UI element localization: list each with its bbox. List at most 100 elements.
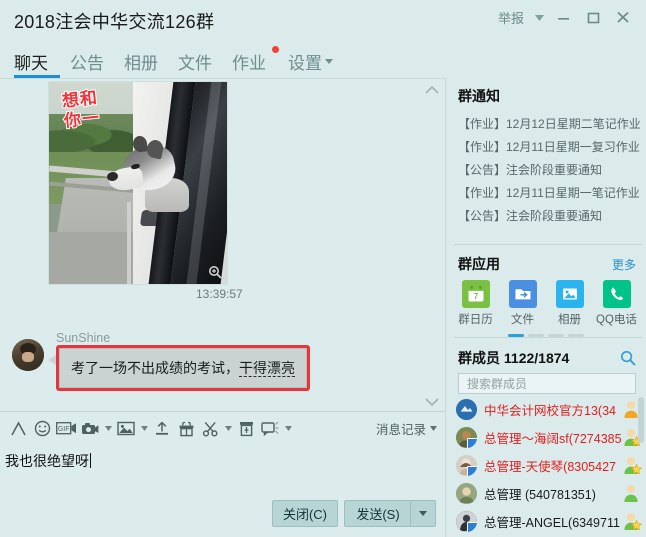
tab-chat[interactable]: 聊天 (14, 44, 60, 78)
sticker-char-1: 想和你一 (60, 87, 102, 132)
dog-photo[interactable]: 想和你一 (48, 81, 228, 285)
notice-item[interactable]: 【作业】12月12日星期二笔记作业 (446, 112, 646, 135)
list-item[interactable]: 中华会计网校官方13(34 (446, 395, 646, 423)
member-star-badge-icon (631, 464, 642, 475)
image-zoom-icon[interactable] (208, 265, 222, 279)
close-button-bottom[interactable]: 关闭(C) (272, 500, 338, 527)
message-log-button[interactable]: 消息记录 (376, 419, 437, 438)
font-icon[interactable] (6, 416, 30, 442)
scissors-icon[interactable] (198, 416, 222, 442)
tab-announcement[interactable]: 公告 (70, 44, 110, 78)
avatar[interactable] (456, 454, 477, 476)
send-button[interactable]: 发送(S) (344, 500, 411, 527)
gif-icon[interactable]: GIF (54, 416, 78, 442)
tab-announcement-label: 公告 (70, 53, 104, 73)
tab-settings-label: 设置 (288, 53, 322, 73)
scroll-down-icon[interactable] (423, 394, 441, 410)
shake-icon[interactable] (258, 416, 282, 442)
photo-icon (555, 280, 584, 308)
composer-actions: 关闭(C) 发送(S) (0, 490, 445, 537)
folder-icon (508, 280, 537, 308)
avatar[interactable] (12, 339, 44, 371)
message-input-value: 我也很绝望呀 (5, 453, 89, 469)
tab-homework[interactable]: 作业 (232, 44, 279, 78)
emoji-icon[interactable] (30, 416, 54, 442)
app-group-calendar[interactable]: 7 群日历 (454, 280, 498, 327)
chat-message-list[interactable]: 想和你一 13:39:57 SunShine 考了一场不出成绩的考试，干得漂亮 (0, 78, 445, 412)
member-role-admin-icon (622, 483, 640, 503)
notice-item[interactable]: 【作业】12月11日星期一笔记作业 (446, 181, 646, 204)
gift-icon[interactable] (174, 416, 198, 442)
message-text-head: 考了一场不出成绩的考试， (71, 360, 239, 376)
tab-album[interactable]: 相册 (124, 44, 164, 78)
shake-dropdown-caret-icon[interactable] (282, 416, 294, 442)
title-bar: 2018注会中华交流126群 举报 (0, 0, 646, 44)
image-dropdown-caret-icon[interactable] (138, 416, 150, 442)
group-members-title: 群成员 1122/1874 (458, 350, 570, 366)
screenshot-dropdown-caret-icon[interactable] (102, 416, 114, 442)
scissors-dropdown-caret-icon[interactable] (222, 416, 234, 442)
apps-pager-dots (446, 327, 646, 342)
chat-image-message[interactable]: 想和你一 (48, 81, 228, 285)
composer-toolbar: GIF 消息记录 (0, 411, 445, 445)
message-input-text[interactable]: 我也很绝望呀 (5, 451, 91, 471)
avatar[interactable] (456, 510, 477, 532)
phone-icon (602, 280, 631, 308)
image-message-timestamp: 13:39:57 (196, 287, 243, 301)
list-item[interactable]: 总管理～海阔sf(7274385 (446, 423, 646, 451)
member-role-admin-icon (622, 455, 642, 475)
group-apps-more-link[interactable]: 更多 (612, 256, 636, 273)
notice-item[interactable]: 【作业】12月11日星期一复习作业 (446, 135, 646, 158)
report-button[interactable]: 举报 (492, 4, 530, 31)
message-highlight-box: 考了一场不出成绩的考试，干得漂亮 (56, 345, 310, 391)
member-search-box[interactable] (458, 373, 636, 394)
send-options-caret-icon[interactable] (410, 500, 436, 527)
app-files[interactable]: 文件 (501, 280, 545, 327)
member-list[interactable]: 中华会计网校官方13(34 总管理～海阔sf(7274385 总管理-天使琴(8… (446, 395, 646, 537)
close-button-label: 关闭(C) (282, 507, 328, 522)
tab-album-label: 相册 (124, 53, 158, 73)
list-item[interactable]: 总管理-天使琴(8305427 (446, 451, 646, 479)
scroll-up-icon[interactable] (423, 81, 441, 97)
group-members-section: 群成员 1122/1874 (446, 342, 646, 394)
list-item[interactable]: 总管理-ANGEL(6349711 (446, 507, 646, 535)
minimize-button[interactable] (548, 5, 578, 31)
member-star-badge-icon (631, 520, 642, 531)
message-input-area[interactable]: 我也很绝望呀 (0, 445, 445, 490)
report-dropdown-caret-icon[interactable] (530, 8, 548, 28)
tab-homework-label: 作业 (232, 53, 266, 73)
app-album[interactable]: 相册 (548, 280, 592, 327)
message-bubble-tail (48, 355, 56, 365)
screenshot-icon[interactable] (78, 416, 102, 442)
message-sender-name[interactable]: SunShine (56, 331, 110, 345)
image-icon[interactable] (114, 416, 138, 442)
text-cursor (90, 453, 91, 468)
svg-text:GIF: GIF (57, 426, 69, 433)
divider (454, 337, 642, 338)
avatar[interactable] (456, 398, 477, 420)
upload-icon[interactable] (150, 416, 174, 442)
calendar-icon: 7 (461, 280, 490, 308)
avatar[interactable] (456, 482, 477, 504)
tab-files-label: 文件 (178, 53, 212, 73)
notice-item[interactable]: 【公告】注会阶段重要通知 (446, 204, 646, 227)
avatar[interactable] (456, 426, 477, 448)
tab-settings[interactable]: 设置 (288, 44, 343, 78)
close-button[interactable] (608, 5, 638, 31)
maximize-button[interactable] (578, 5, 608, 31)
search-icon[interactable] (620, 350, 636, 366)
search-input[interactable] (465, 375, 629, 392)
member-list-scrollbar[interactable] (638, 397, 644, 443)
card-icon[interactable] (234, 416, 258, 442)
tab-files[interactable]: 文件 (178, 44, 218, 78)
message-log-caret-icon[interactable] (430, 426, 437, 431)
qq-status-badge (467, 465, 477, 476)
group-notice-title: 群通知 (458, 88, 500, 104)
settings-chevron-down-icon[interactable] (325, 58, 333, 64)
message-log-label: 消息记录 (375, 423, 426, 437)
app-qq-call[interactable]: QQ电话 (595, 280, 639, 327)
qq-status-badge (467, 521, 477, 532)
message-bubble[interactable]: 考了一场不出成绩的考试，干得漂亮 (59, 348, 307, 388)
notice-item[interactable]: 【公告】注会阶段重要通知 (446, 158, 646, 181)
list-item[interactable]: 总管理 (540781351) (446, 479, 646, 507)
